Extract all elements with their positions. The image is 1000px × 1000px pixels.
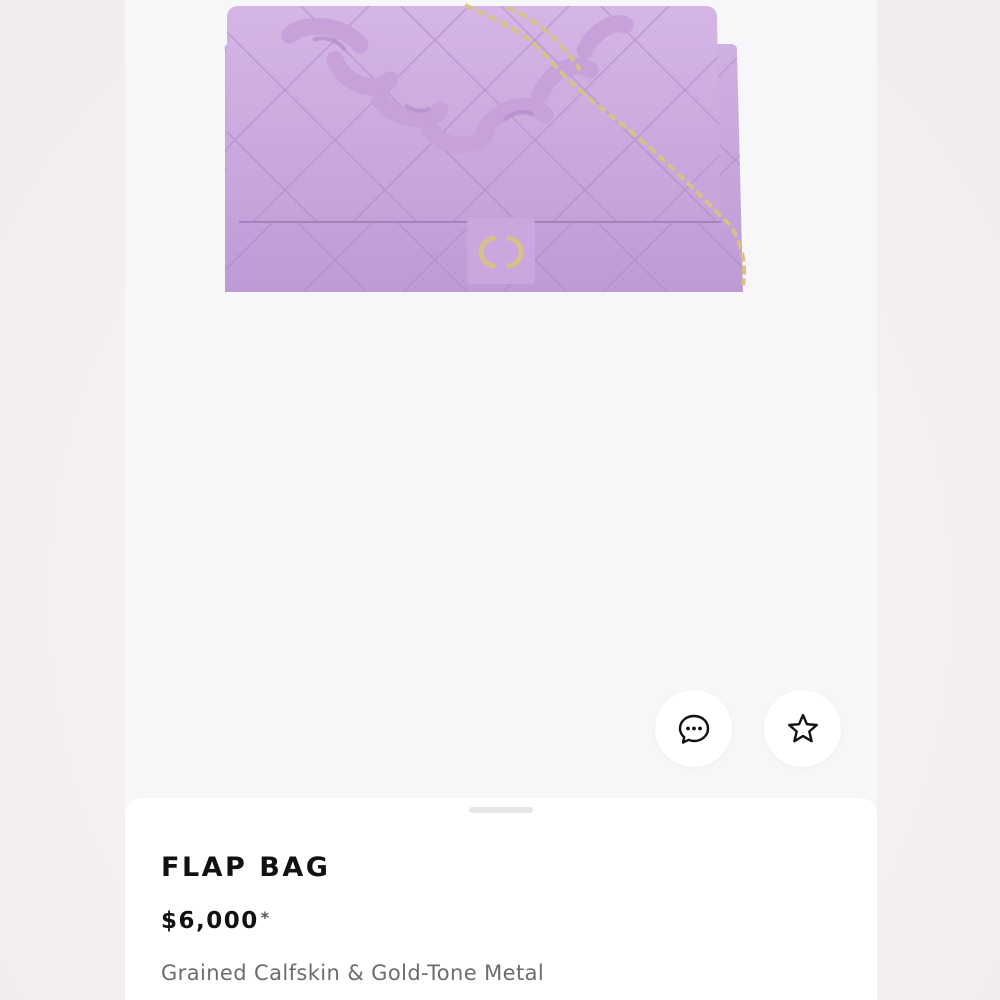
favorite-button[interactable]	[764, 690, 841, 767]
product-info-sheet[interactable]: FLAP BAG $6,000 * Grained Calfskin & Gold…	[125, 798, 877, 1000]
product-material: Grained Calfskin & Gold-Tone Metal	[161, 961, 545, 985]
sheet-grabber[interactable]	[469, 807, 533, 813]
product-image[interactable]	[195, 0, 775, 300]
chat-button[interactable]	[655, 690, 732, 767]
product-title: FLAP BAG	[161, 852, 331, 883]
product-detail-screen: FLAP BAG $6,000 * Grained Calfskin & Gold…	[0, 0, 1000, 1000]
price-value: $6,000	[161, 908, 259, 934]
star-outline-icon	[787, 713, 818, 742]
chat-bubble-icon	[678, 714, 709, 744]
price-footnote-marker: *	[260, 908, 271, 927]
product-price: $6,000 *	[161, 908, 271, 934]
